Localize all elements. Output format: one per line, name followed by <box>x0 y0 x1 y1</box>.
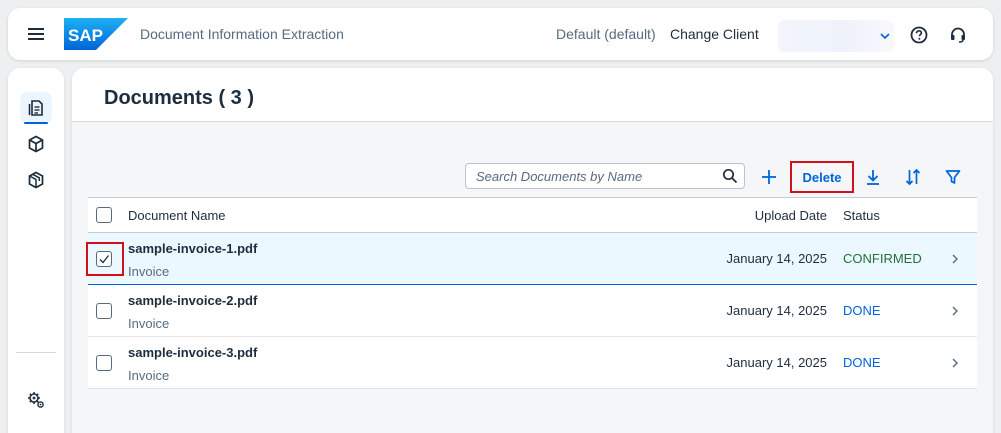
nav-item-settings[interactable] <box>20 384 52 416</box>
filter-icon <box>945 170 961 184</box>
chevron-right-icon[interactable] <box>949 357 961 369</box>
checkmark-icon <box>99 255 110 264</box>
download-button[interactable] <box>860 161 886 193</box>
support-icon[interactable] <box>948 25 968 45</box>
add-button[interactable] <box>756 161 782 193</box>
document-icon <box>28 100 43 116</box>
table-row[interactable]: sample-invoice-1.pdf Invoice January 14,… <box>86 233 977 285</box>
settings-icon <box>28 392 44 408</box>
column-header-date[interactable]: Upload Date <box>755 208 827 223</box>
sort-icon <box>905 168 921 186</box>
document-type: Invoice <box>128 264 170 279</box>
side-navigation <box>8 68 64 433</box>
content-area: Search Documents by Name Delete Document… <box>72 122 993 433</box>
app-title: Document Information Extraction <box>140 26 344 42</box>
chevron-right-icon[interactable] <box>949 253 961 265</box>
select-all-checkbox[interactable] <box>96 207 112 223</box>
documents-table: Document Name Upload Date Status sample-… <box>86 197 977 389</box>
menu-icon[interactable] <box>26 24 46 44</box>
search-icon[interactable] <box>722 168 738 184</box>
nav-item-templates[interactable] <box>20 164 52 196</box>
page-header: Documents ( 3 ) <box>72 68 993 122</box>
cube-icon <box>28 135 44 153</box>
column-header-name[interactable]: Document Name <box>128 208 226 223</box>
sort-button[interactable] <box>900 161 926 193</box>
table-header: Document Name Upload Date Status <box>88 198 977 233</box>
row-checkbox[interactable] <box>96 355 112 371</box>
delete-button[interactable]: Delete <box>790 161 854 193</box>
chevron-down-icon <box>880 33 890 40</box>
page-title: Documents ( 3 ) <box>104 87 255 109</box>
chevron-right-icon[interactable] <box>949 305 961 317</box>
upload-date: January 14, 2025 <box>726 251 827 266</box>
box-icon <box>28 171 44 189</box>
document-name: sample-invoice-1.pdf <box>128 241 258 256</box>
search-input[interactable]: Search Documents by Name <box>465 163 745 189</box>
status-text: DONE <box>843 355 881 370</box>
status-text: CONFIRMED <box>843 251 922 266</box>
document-type: Invoice <box>128 368 170 383</box>
document-name: sample-invoice-2.pdf <box>128 293 258 308</box>
client-select[interactable] <box>778 20 894 52</box>
upload-date: January 14, 2025 <box>726 355 827 370</box>
table-row[interactable]: sample-invoice-2.pdf Invoice January 14,… <box>88 285 977 337</box>
sap-logo: SAP <box>64 18 128 50</box>
download-icon <box>867 170 879 185</box>
column-header-status[interactable]: Status <box>843 208 880 223</box>
shell-bar: SAP Document Information Extraction Defa… <box>8 8 993 60</box>
svg-text:SAP: SAP <box>68 26 103 45</box>
client-default-label: Default (default) <box>556 26 656 42</box>
help-icon[interactable] <box>909 25 929 45</box>
table-row[interactable]: sample-invoice-3.pdf Invoice January 14,… <box>88 337 977 389</box>
document-type: Invoice <box>128 316 170 331</box>
row-checkbox[interactable] <box>96 251 112 267</box>
document-name: sample-invoice-3.pdf <box>128 345 258 360</box>
change-client-button[interactable]: Change Client <box>670 26 759 42</box>
search-placeholder: Search Documents by Name <box>476 169 643 184</box>
row-checkbox[interactable] <box>96 303 112 319</box>
add-icon <box>762 170 776 184</box>
nav-separator <box>16 352 56 353</box>
main-panel: Documents ( 3 ) Search Documents by Name… <box>72 68 993 433</box>
status-text: DONE <box>843 303 881 318</box>
upload-date: January 14, 2025 <box>726 303 827 318</box>
filter-button[interactable] <box>940 161 966 193</box>
nav-item-schemas[interactable] <box>20 128 52 160</box>
nav-item-documents[interactable] <box>20 92 52 124</box>
